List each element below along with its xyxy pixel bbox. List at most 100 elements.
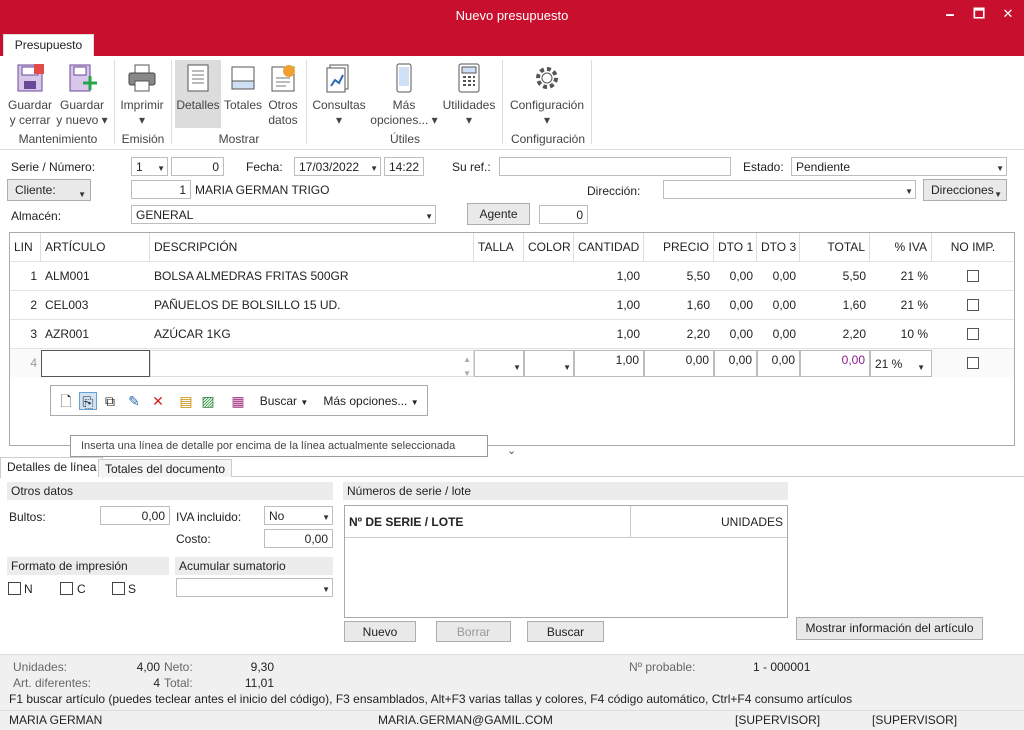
copy-line-icon[interactable]: ⧉	[101, 392, 119, 410]
buscar-dropdown[interactable]: Buscar ▼	[255, 392, 313, 410]
ribbon-separator	[114, 60, 115, 144]
no-imp-checkbox[interactable]	[967, 328, 979, 340]
mas-opciones-button[interactable]: Más opciones... ▾	[369, 62, 439, 128]
col-dto1[interactable]: DTO 1	[714, 233, 757, 261]
iva-value: 21 %	[875, 357, 903, 371]
col-unidades[interactable]: UNIDADES	[631, 506, 787, 538]
descripcion-input[interactable]: ▲ ▼	[150, 350, 474, 377]
iva-select[interactable]: 21 % ▼	[870, 350, 932, 377]
col-total[interactable]: TOTAL	[800, 233, 870, 261]
tab-detalles-linea[interactable]: Detalles de línea	[0, 457, 104, 478]
col-descripcion[interactable]: DESCRIPCIÓN	[150, 233, 474, 261]
otros-datos-button[interactable]: Otros datos	[265, 62, 301, 128]
guardar-nuevo-label-2: y nuevo ▾	[56, 113, 108, 127]
new-line-icon[interactable]: 🗋	[57, 392, 75, 410]
col-talla[interactable]: TALLA	[474, 233, 524, 261]
maximize-button[interactable]: 🗖	[967, 4, 991, 24]
delete-line-icon[interactable]: ✕	[149, 392, 167, 410]
help-text: F1 buscar artículo (puedes teclear antes…	[9, 692, 853, 706]
guardar-nuevo-button[interactable]: Guardar y nuevo ▾	[55, 62, 109, 128]
other-data-icon	[271, 65, 295, 92]
insert-line-icon[interactable]: ⎘	[79, 392, 97, 410]
articulo-input[interactable]	[41, 350, 150, 377]
talla-select[interactable]: ▼	[474, 350, 524, 377]
estado-select[interactable]: Pendiente ▼	[791, 157, 1007, 176]
edit-line-icon[interactable]: ✎	[125, 392, 143, 410]
chevron-down-icon: ▼	[370, 164, 378, 173]
acumular-select[interactable]: ▼	[176, 578, 333, 597]
configuracion-button[interactable]: Configuración ▾	[506, 62, 588, 128]
total-input[interactable]: 0,00	[800, 350, 870, 377]
table-row[interactable]: 1 ALM001 BOLSA ALMEDRAS FRITAS 500GR 1,0…	[10, 261, 1014, 290]
cell-articulo: AZR001	[45, 327, 90, 341]
col-iva[interactable]: % IVA	[870, 233, 932, 261]
consultas-button[interactable]: Consultas ▾	[310, 62, 368, 128]
color-select[interactable]: ▼	[524, 350, 574, 377]
bultos-field[interactable]: 0,00	[100, 506, 170, 525]
precio-input[interactable]: 0,00	[644, 350, 714, 377]
detalles-button[interactable]: Detalles	[175, 60, 221, 128]
col-lin[interactable]: LIN	[10, 233, 41, 261]
buscar-button[interactable]: Buscar	[527, 621, 604, 642]
table-row[interactable]: 3 AZR001 AZÚCAR 1KG 1,00 2,20 0,00 0,00 …	[10, 319, 1014, 348]
tab-presupuesto[interactable]: Presupuesto	[3, 34, 94, 56]
no-imp-checkbox[interactable]	[967, 357, 979, 369]
chevron-down-icon: ▼	[513, 363, 521, 372]
serie-select[interactable]: 1 ▼	[131, 157, 168, 176]
col-dto3[interactable]: DTO 3	[757, 233, 800, 261]
col-serie-lote[interactable]: Nº DE SERIE / LOTE	[345, 506, 631, 538]
formato-header: Formato de impresión	[7, 557, 169, 575]
user-email: MARIA.GERMAN@GAMIL.COM	[378, 713, 553, 727]
dto3-input[interactable]: 0,00	[757, 350, 800, 377]
dto1-input[interactable]: 0,00	[714, 350, 757, 377]
agente-field[interactable]: 0	[539, 205, 588, 224]
utilidades-button[interactable]: Utilidades ▾	[440, 62, 498, 128]
guardar-cerrar-button[interactable]: Guardar y cerrar	[6, 62, 54, 128]
agente-button[interactable]: Agente	[467, 203, 530, 225]
col-cantidad[interactable]: CANTIDAD	[574, 233, 644, 261]
mostrar-info-button[interactable]: Mostrar información del artículo	[796, 617, 983, 640]
formato-c-checkbox[interactable]	[60, 582, 73, 595]
close-button[interactable]: ✕	[996, 4, 1020, 24]
cliente-button[interactable]: Cliente: ▼	[7, 179, 91, 201]
formato-s-checkbox[interactable]	[112, 582, 125, 595]
no-imp-checkbox[interactable]	[967, 270, 979, 282]
formato-n-checkbox[interactable]	[8, 582, 21, 595]
series-table: Nº DE SERIE / LOTE UNIDADES	[344, 505, 788, 618]
col-no-imp[interactable]: NO IMP.	[932, 233, 1014, 261]
table-row[interactable]: 2 CEL003 PAÑUELOS DE BOLSILLO 15 UD. 1,0…	[10, 290, 1014, 319]
direccion-select[interactable]: ▼	[663, 180, 916, 199]
borrar-button[interactable]: Borrar	[436, 621, 511, 642]
spin-icon: ▲ ▼	[463, 355, 471, 377]
cantidad-input[interactable]: 1,00	[574, 350, 644, 377]
minimize-button[interactable]: 🗕	[938, 4, 962, 24]
su-ref-field[interactable]	[499, 157, 731, 176]
no-imp-checkbox[interactable]	[967, 299, 979, 311]
nuevo-button[interactable]: Nuevo	[344, 621, 416, 642]
image-icon[interactable]: ▨	[199, 392, 217, 410]
costo-field[interactable]: 0,00	[264, 529, 333, 548]
mas-opciones-dropdown[interactable]: Más opciones... ▼	[321, 392, 421, 410]
notes-icon[interactable]: ▤	[177, 392, 195, 410]
table-row-new[interactable]: 4 ▲ ▼ ▼ ▼ 1,00 0,00 0,00 0,00 0,00 21 % ▼	[10, 348, 1014, 377]
cell-precio: 2,20	[686, 327, 710, 341]
colors-icon[interactable]: ▦	[229, 392, 247, 410]
hora-field[interactable]: 14:22	[384, 157, 424, 176]
numero-field[interactable]: 0	[171, 157, 224, 176]
consultas-label: Consultas	[312, 98, 366, 112]
direcciones-button-label: Direcciones	[931, 183, 994, 197]
almacen-select[interactable]: GENERAL ▼	[131, 205, 436, 224]
totales-button[interactable]: Totales	[222, 62, 264, 113]
imprimir-button[interactable]: Imprimir ▾	[118, 62, 166, 128]
col-color[interactable]: COLOR	[524, 233, 574, 261]
almacen-label: Almacén:	[11, 209, 62, 223]
collapse-chevron-icon[interactable]: ⌄	[507, 444, 516, 457]
col-precio[interactable]: PRECIO	[644, 233, 714, 261]
direcciones-button[interactable]: Direcciones ▼	[923, 179, 1007, 201]
iva-incluido-select[interactable]: No ▼	[264, 506, 333, 525]
tab-totales-documento[interactable]: Totales del documento	[98, 459, 233, 477]
col-articulo[interactable]: ARTÍCULO	[41, 233, 150, 261]
fecha-field[interactable]: 17/03/2022 ▼	[294, 157, 381, 176]
cliente-num-field[interactable]: 1	[131, 180, 191, 199]
unidades-value: 4,00	[136, 660, 160, 674]
